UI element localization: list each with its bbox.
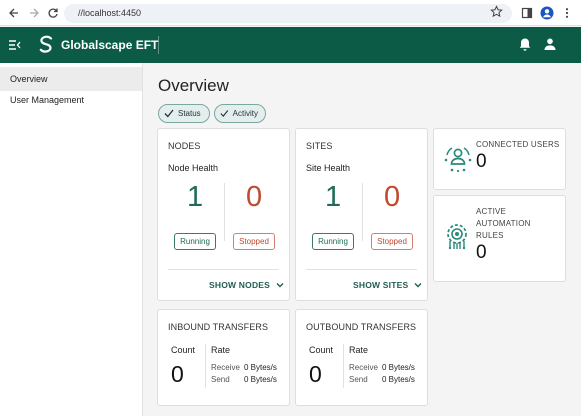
connected-users-card: CONNECTED USERS 0 (433, 128, 566, 190)
receive-label: Receive (211, 363, 240, 372)
transfer-divider (205, 344, 206, 388)
inbound-transfers-card: INBOUND TRANSFERS Count 0 Rate Receive 0… (157, 309, 290, 406)
site-health-label: Site Health (306, 163, 351, 173)
nodes-card: NODES Node Health 1 0 Running Stopped SH… (157, 128, 290, 301)
automation-rules-card: ACTIVE AUTOMATION RULES 0 (433, 195, 566, 282)
bookmark-star-icon[interactable] (490, 5, 503, 23)
browser-toolbar: //localhost:4450 (0, 0, 581, 26)
running-badge: Running (174, 233, 216, 250)
sites-running-count: 1 (325, 181, 342, 213)
stopped-badge: Stopped (371, 233, 413, 250)
app-title: Globalscape EFT (61, 38, 159, 52)
running-badge: Running (312, 233, 354, 250)
side-panel-icon[interactable] (519, 5, 535, 21)
chip-label: Activity (232, 109, 258, 118)
show-sites-label: SHOW SITES (353, 280, 409, 290)
chevron-down-icon (276, 283, 284, 288)
transfer-divider (343, 344, 344, 388)
automation-title-line-1: ACTIVE (476, 207, 507, 216)
show-sites-button[interactable]: SHOW SITES (353, 280, 422, 290)
inbound-count-value: 0 (171, 361, 184, 387)
receive-value: 0 Bytes/s (244, 363, 277, 372)
connected-users-icon (443, 143, 473, 178)
show-nodes-button[interactable]: SHOW NODES (209, 280, 284, 290)
globalscape-logo-icon (38, 35, 54, 58)
sites-card-title: SITES (306, 141, 333, 151)
automation-rules-title: ACTIVE AUTOMATION RULES (476, 206, 531, 242)
outbound-count-value: 0 (309, 361, 322, 387)
chevron-down-icon (414, 283, 422, 288)
app-header: Globalscape EFT (0, 27, 581, 63)
forward-icon[interactable] (26, 5, 42, 21)
chip-label: Status (178, 109, 201, 118)
inbound-transfers-title: INBOUND TRANSFERS (168, 322, 269, 332)
check-icon (164, 109, 174, 118)
outbound-transfers-card: OUTBOUND TRANSFERS Count 0 Rate Receive … (295, 309, 428, 406)
sidebar: Overview User Management (0, 63, 143, 416)
notifications-bell-icon[interactable] (518, 37, 532, 57)
menu-collapse-icon[interactable] (8, 38, 21, 56)
connected-users-value: 0 (476, 151, 487, 172)
nodes-stopped-count: 0 (246, 181, 263, 213)
connected-users-title: CONNECTED USERS (476, 140, 560, 149)
card-divider (306, 269, 417, 270)
receive-value: 0 Bytes/s (382, 363, 415, 372)
stopped-badge: Stopped (233, 233, 275, 250)
send-value: 0 Bytes/s (244, 375, 277, 384)
nodes-running-count: 1 (187, 181, 204, 213)
activity-filter-chip[interactable]: Activity (214, 104, 266, 123)
count-label: Count (309, 345, 334, 355)
status-filter-chip[interactable]: Status (158, 104, 210, 123)
automation-title-line-2: AUTOMATION (476, 219, 531, 228)
send-value: 0 Bytes/s (382, 375, 415, 384)
profile-avatar-icon[interactable] (539, 5, 555, 21)
back-icon[interactable] (6, 5, 22, 21)
show-nodes-label: SHOW NODES (209, 280, 271, 290)
sidebar-item-user-management[interactable]: User Management (0, 88, 142, 112)
page-title: Overview (158, 76, 229, 95)
send-label: Send (211, 375, 230, 384)
rate-label: Rate (211, 345, 231, 355)
browser-menu-icon[interactable] (559, 5, 575, 21)
nodes-card-title: NODES (168, 141, 201, 151)
node-health-label: Node Health (168, 163, 219, 173)
check-icon (220, 110, 229, 117)
sites-card: SITES Site Health 1 0 Running Stopped SH… (295, 128, 428, 301)
sites-stopped-count: 0 (384, 181, 401, 213)
automation-rules-value: 0 (476, 242, 487, 263)
reload-icon[interactable] (45, 5, 61, 21)
automation-title-line-3: RULES (476, 231, 504, 240)
health-divider (362, 183, 363, 241)
address-bar[interactable]: //localhost:4450 (64, 4, 512, 23)
receive-label: Receive (349, 363, 378, 372)
health-divider (224, 183, 225, 241)
card-divider (168, 269, 279, 270)
send-label: Send (349, 375, 368, 384)
automation-rules-icon (442, 221, 472, 256)
account-icon[interactable] (543, 37, 557, 56)
rate-label: Rate (349, 345, 369, 355)
outbound-transfers-title: OUTBOUND TRANSFERS (306, 322, 417, 332)
count-label: Count (171, 345, 196, 355)
header-divider (158, 36, 159, 54)
